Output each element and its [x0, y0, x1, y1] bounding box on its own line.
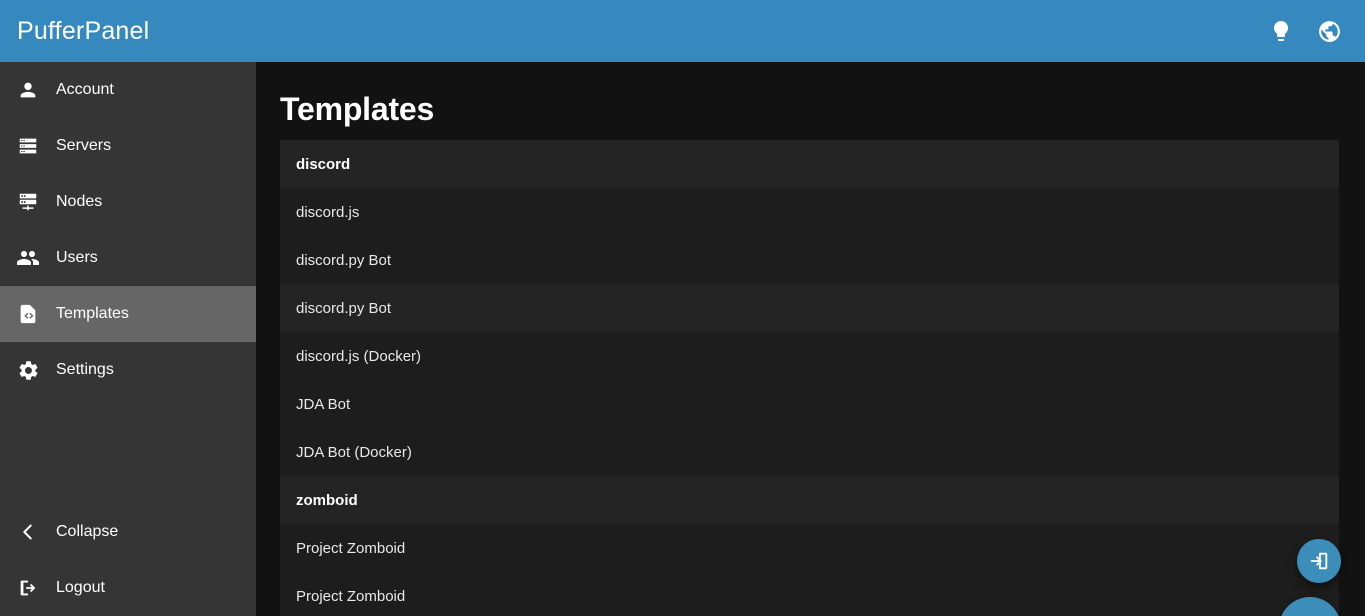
sidebar-item-nodes[interactable]: Nodes [0, 174, 256, 230]
template-row[interactable]: discord.py Bot [280, 236, 1339, 284]
sidebar-item-settings[interactable]: Settings [0, 342, 256, 398]
sidebar-item-templates[interactable]: Templates [0, 286, 256, 342]
sidebar-logout-label: Logout [56, 579, 105, 596]
file-code-icon [0, 303, 56, 325]
template-row[interactable]: Project Zomboid [280, 524, 1339, 572]
theme-toggle-button[interactable] [1268, 18, 1294, 44]
sidebar-item-servers[interactable]: Servers [0, 118, 256, 174]
lightbulb-icon [1269, 19, 1293, 43]
sidebar-item-label: Servers [56, 137, 112, 154]
template-row[interactable]: JDA Bot [280, 380, 1339, 428]
brand-title: PufferPanel [17, 16, 150, 45]
language-button[interactable] [1316, 18, 1342, 44]
chevron-left-icon [0, 521, 56, 543]
sidebar-item-account[interactable]: Account [0, 62, 256, 118]
globe-icon [1317, 19, 1342, 44]
dns-icon [0, 191, 56, 213]
sidebar-item-label: Templates [56, 305, 129, 322]
import-icon [1308, 550, 1330, 572]
template-row[interactable]: JDA Bot (Docker) [280, 428, 1339, 476]
people-icon [0, 246, 56, 270]
app-bar: PufferPanel [0, 0, 1365, 62]
template-row[interactable]: discord.js (Docker) [280, 332, 1339, 380]
sidebar-collapse-label: Collapse [56, 523, 119, 540]
sidebar-item-label: Settings [56, 361, 114, 378]
page-title: Templates [280, 91, 435, 127]
main-content: Templates discord discord.js discord.py … [256, 62, 1365, 616]
template-group-header: zomboid [280, 476, 1339, 524]
template-row[interactable]: discord.py Bot [280, 284, 1339, 332]
gear-icon [0, 359, 56, 382]
template-row[interactable]: discord.js [280, 188, 1339, 236]
sidebar-item-label: Users [56, 249, 98, 266]
logout-icon [0, 577, 56, 599]
storage-icon [0, 135, 56, 157]
template-group-header: discord [280, 140, 1339, 188]
template-row[interactable]: Project Zomboid [280, 572, 1339, 616]
sidebar-item-label: Nodes [56, 193, 103, 210]
person-icon [0, 79, 56, 101]
sidebar-item-label: Account [56, 81, 114, 98]
sidebar-collapse-button[interactable]: Collapse [0, 504, 256, 560]
import-template-button[interactable] [1297, 539, 1341, 583]
sidebar-item-users[interactable]: Users [0, 230, 256, 286]
appbar-actions [1268, 18, 1342, 44]
templates-card: discord discord.js discord.py Bot discor… [280, 140, 1339, 616]
sidebar: Account Servers Nodes Users Templates Se… [0, 62, 256, 616]
sidebar-logout-button[interactable]: Logout [0, 560, 256, 616]
